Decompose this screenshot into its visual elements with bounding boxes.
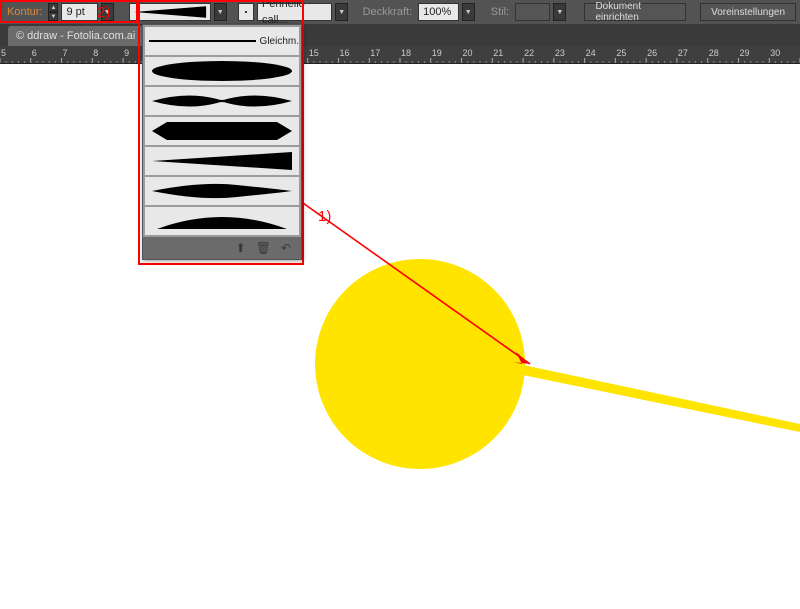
- document-setup-button[interactable]: Dokument einrichten: [584, 3, 686, 21]
- sun-circle: [315, 259, 525, 469]
- ellipse-brush-icon: [147, 59, 297, 83]
- document-tab-bar: © ddraw - Fotolia.com.ai ×: [0, 24, 800, 46]
- brush-option-wedge[interactable]: [145, 147, 299, 175]
- svg-text:23: 23: [555, 48, 565, 58]
- brush-panel-footer: ⬆ 🗑 ↶: [143, 237, 301, 259]
- svg-text:7: 7: [63, 48, 68, 58]
- opacity-label: Deckkraft:: [360, 6, 416, 18]
- brush-option-teardrop[interactable]: [145, 177, 299, 205]
- teardrop-brush-icon: [147, 179, 297, 203]
- stepper-down-icon[interactable]: ▼: [48, 12, 58, 21]
- brush-option-pinch[interactable]: [145, 87, 299, 115]
- svg-text:17: 17: [370, 48, 380, 58]
- svg-text:28: 28: [709, 48, 719, 58]
- svg-text:8: 8: [93, 48, 98, 58]
- annotation-label-1: 1): [318, 208, 331, 225]
- options-bar: Kontur: ▲ ▼ 9 pt ▼ ▼ Pennello call... ▼ …: [0, 0, 800, 24]
- stepper-up-icon[interactable]: ▲: [48, 3, 58, 12]
- kontur-label: Kontur:: [4, 6, 45, 18]
- hex-brush-icon: [147, 119, 297, 143]
- stroke-stepper[interactable]: ▲ ▼: [48, 3, 58, 21]
- brush-option-uniform[interactable]: Gleichm.: [145, 27, 299, 55]
- opacity-field[interactable]: 100%: [418, 3, 458, 21]
- svg-text:18: 18: [401, 48, 411, 58]
- triangle-brush-icon: [132, 4, 208, 20]
- svg-text:26: 26: [647, 48, 657, 58]
- brush-option-hex[interactable]: [145, 117, 299, 145]
- reset-brush-icon[interactable]: ↶: [281, 241, 291, 255]
- artwork: [0, 64, 800, 604]
- brush-option-ellipse[interactable]: [145, 57, 299, 85]
- pinch-brush-icon: [147, 89, 297, 113]
- svg-text:25: 25: [616, 48, 626, 58]
- brush-profile-preview[interactable]: [129, 3, 211, 21]
- brush-option-halfdome[interactable]: [145, 207, 299, 235]
- preferences-button[interactable]: Voreinstellungen: [700, 3, 796, 21]
- brush-option-label: Gleichm.: [260, 36, 299, 47]
- ruler-ticks: 5678910111213141516171819202122232425262…: [0, 46, 800, 64]
- style-field[interactable]: [515, 3, 550, 21]
- document-tab-title: © ddraw - Fotolia.com.ai: [16, 30, 135, 42]
- svg-text:30: 30: [770, 48, 780, 58]
- svg-text:19: 19: [432, 48, 442, 58]
- canvas[interactable]: [0, 64, 800, 600]
- sun-ray: [500, 360, 800, 432]
- stroke-weight-field[interactable]: 9 pt: [61, 3, 97, 21]
- annotation-label-2: 2): [97, 4, 110, 21]
- dot-icon: [245, 11, 247, 13]
- wedge-brush-icon: [147, 149, 297, 173]
- delete-brush-icon[interactable]: 🗑: [256, 241, 271, 255]
- opacity-dropdown[interactable]: ▼: [462, 3, 475, 21]
- save-brush-icon[interactable]: ⬆: [236, 241, 246, 255]
- svg-text:15: 15: [309, 48, 319, 58]
- svg-text:16: 16: [339, 48, 349, 58]
- svg-text:24: 24: [586, 48, 596, 58]
- brush-name-field[interactable]: Pennello call...: [257, 3, 332, 21]
- svg-text:29: 29: [739, 48, 749, 58]
- svg-text:6: 6: [32, 48, 37, 58]
- brush-profile-panel[interactable]: Gleichm. ⬆ 🗑 ↶: [142, 24, 302, 260]
- brush-definition-swatch[interactable]: [238, 3, 254, 21]
- svg-text:20: 20: [463, 48, 473, 58]
- svg-text:5: 5: [1, 48, 6, 58]
- svg-text:9: 9: [124, 48, 129, 58]
- brush-name-dropdown[interactable]: ▼: [335, 3, 348, 21]
- brush-profile-dropdown[interactable]: ▼: [214, 3, 227, 21]
- style-label: Stil:: [488, 6, 512, 18]
- svg-text:22: 22: [524, 48, 534, 58]
- svg-text:27: 27: [678, 48, 688, 58]
- uniform-line-icon: [149, 40, 256, 42]
- document-tab[interactable]: © ddraw - Fotolia.com.ai ×: [8, 26, 158, 46]
- halfdome-brush-icon: [147, 209, 297, 233]
- style-dropdown[interactable]: ▼: [553, 3, 566, 21]
- horizontal-ruler: 5678910111213141516171819202122232425262…: [0, 46, 800, 64]
- svg-text:21: 21: [493, 48, 503, 58]
